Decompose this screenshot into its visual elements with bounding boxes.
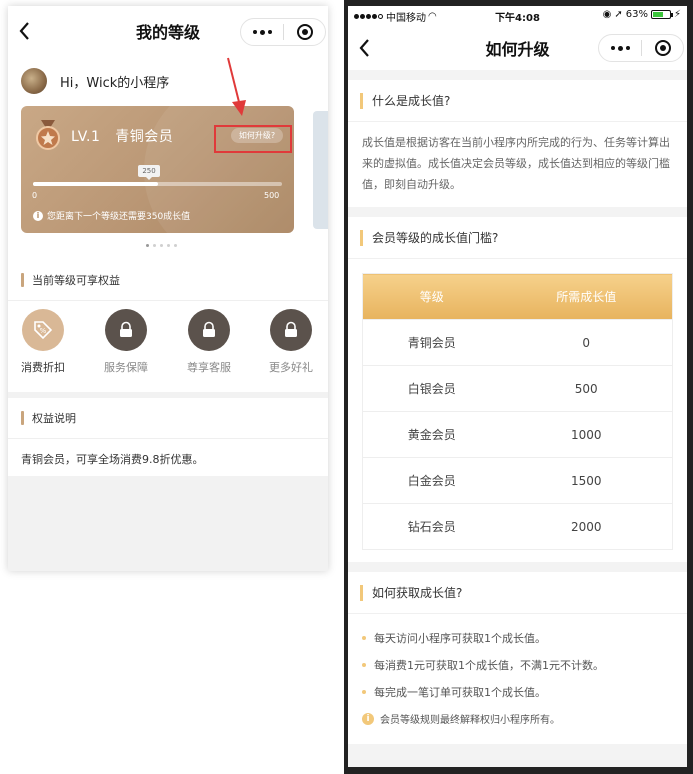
progress-min: 0 [32, 191, 38, 200]
back-arrow-icon[interactable] [18, 21, 30, 41]
value-cell: 500 [500, 365, 673, 412]
section-title: 什么是成长值? [372, 94, 451, 108]
table-row: 青铜会员 0 [362, 319, 673, 366]
location-icon: ➚ [614, 9, 623, 20]
section-title: 会员等级的成长值门槛? [372, 231, 499, 245]
section-header-threshold: 会员等级的成长值门槛? [348, 217, 687, 259]
my-level-screen: 我的等级 Hi，Wick的小程序 LV.1 青铜会员 如何升级? 250 0 5… [8, 6, 328, 571]
list-item-text: 每消费1元可获取1个成长值，不满1元不计数。 [374, 658, 604, 672]
level-name: 青铜会员 [115, 129, 174, 145]
table-row: 白金会员 1500 [362, 457, 673, 504]
section-title: 如何获取成长值? [372, 586, 463, 600]
list-item: 每天访问小程序可获取1个成长值。 [362, 624, 673, 651]
svg-text:%: % [40, 327, 47, 335]
discount-tag-icon: % [22, 309, 64, 351]
close-mini-program-icon[interactable] [284, 24, 325, 40]
status-bar: 中国移动 ◠ 下午4:08 ◉ ➚ 63% ⚡ [348, 6, 687, 26]
how-to-upgrade-screen: 中国移动 ◠ 下午4:08 ◉ ➚ 63% ⚡ 如何升级 什么是成长值? 成长值 [348, 6, 687, 767]
section-header-what: 什么是成长值? [348, 80, 687, 122]
lock-icon [270, 309, 312, 351]
level-cell: 白金会员 [362, 457, 501, 504]
next-level-text: 您距离下一个等级还需要350成长值 [47, 212, 191, 222]
growth-rules-list: 每天访问小程序可获取1个成长值。 每消费1元可获取1个成长值，不满1元不计数。 … [348, 614, 687, 705]
value-cell: 1500 [500, 457, 673, 504]
desc-header: 权益说明 [8, 398, 328, 438]
avatar[interactable] [21, 68, 47, 94]
benefits-header: 当前等级可享权益 [8, 260, 328, 300]
benefit-label: 消费折扣 [21, 361, 65, 374]
benefit-support[interactable]: 尊享客服 [179, 309, 239, 375]
list-item: 每完成一笔订单可获取1个成长值。 [362, 678, 673, 705]
section-header-how: 如何获取成长值? [348, 572, 687, 614]
benefit-label: 尊享客服 [187, 361, 231, 374]
level-card: LV.1 青铜会员 如何升级? 250 0 500 i 您距离下一个等级还需要3… [21, 106, 294, 233]
level-cell: 黄金会员 [362, 411, 501, 458]
benefit-description: 青铜会员，可享全场消费9.8折优惠。 [8, 438, 328, 476]
back-arrow-icon[interactable] [358, 38, 370, 58]
rules-note-text: 会员等级规则最终解释权归小程序所有。 [380, 715, 560, 726]
page-title: 我的等级 [135, 23, 200, 42]
benefits-grid: % 消费折扣 服务保障 尊享客服 更多好礼 [8, 300, 328, 392]
orientation-lock-icon: ◉ [602, 9, 612, 20]
next-card-peek[interactable] [313, 111, 328, 229]
nav-bar: 如何升级 [348, 26, 687, 70]
benefit-discount[interactable]: % 消费折扣 [13, 309, 73, 375]
table-row: 黄金会员 1000 [362, 411, 673, 458]
lock-icon [105, 309, 147, 351]
value-cell: 2000 [500, 503, 673, 550]
benefit-label: 服务保障 [104, 361, 148, 374]
list-item-text: 每天访问小程序可获取1个成长值。 [374, 631, 546, 645]
growth-progress-bar [33, 182, 282, 186]
page-title: 如何升级 [485, 40, 550, 59]
table-row: 钻石会员 2000 [362, 503, 673, 550]
list-item-text: 每完成一笔订单可获取1个成长值。 [374, 685, 546, 699]
more-icon[interactable] [599, 45, 641, 51]
level-title: LV.1 青铜会员 [71, 126, 173, 146]
info-icon: i [33, 210, 43, 221]
level-cell: 青铜会员 [362, 319, 501, 366]
section-title: 权益说明 [32, 412, 76, 425]
next-level-note: i 您距离下一个等级还需要350成长值 [33, 209, 190, 222]
annotation-arrow-icon [227, 57, 246, 116]
growth-definition: 成长值是根据访客在当前小程序内所完成的行为、任务等计算出来的虚拟值。成长值决定会… [348, 122, 687, 207]
benefit-label: 更多好礼 [269, 361, 313, 374]
bronze-medal-icon [36, 120, 60, 150]
progress-max: 500 [264, 191, 280, 200]
table-header: 等级 [362, 273, 501, 320]
table-row: 白银会员 500 [362, 365, 673, 412]
threshold-table: 等级 所需成长值 青铜会员 0 白银会员 500 黄金会员 1000 白金会员 1500… [362, 273, 673, 550]
list-item: 每消费1元可获取1个成长值，不满1元不计数。 [362, 651, 673, 678]
greeting: Hi，Wick的小程序 [60, 76, 170, 91]
level-code: LV.1 [71, 129, 101, 145]
value-cell: 1000 [500, 411, 673, 458]
value-cell: 0 [500, 319, 673, 366]
carousel-dots [146, 244, 177, 247]
how-to-upgrade-phone: 中国移动 ◠ 下午4:08 ◉ ➚ 63% ⚡ 如何升级 什么是成长值? 成长值 [344, 0, 693, 774]
rules-note: i 会员等级规则最终解释权归小程序所有。 [348, 705, 687, 744]
capsule-menu [598, 34, 684, 62]
benefit-service[interactable]: 服务保障 [96, 309, 156, 375]
table-header: 所需成长值 [500, 273, 673, 320]
user-card-area: Hi，Wick的小程序 LV.1 青铜会员 如何升级? 250 0 500 i … [8, 56, 328, 266]
lock-icon [188, 309, 230, 351]
nav-bar: 我的等级 [8, 6, 328, 56]
more-icon[interactable] [241, 29, 283, 35]
level-cell: 白银会员 [362, 365, 501, 412]
close-mini-program-icon[interactable] [642, 40, 683, 56]
section-title: 当前等级可享权益 [32, 274, 120, 287]
highlight-box [214, 125, 292, 153]
charging-icon: ⚡ [673, 9, 681, 20]
info-icon: i [362, 712, 374, 725]
battery-icon [650, 10, 673, 19]
capsule-menu [240, 18, 326, 46]
progress-value-tooltip: 250 [138, 165, 160, 180]
level-cell: 钻石会员 [362, 503, 501, 550]
benefit-gifts[interactable]: 更多好礼 [261, 309, 321, 375]
battery-percent: 63% [625, 9, 648, 20]
